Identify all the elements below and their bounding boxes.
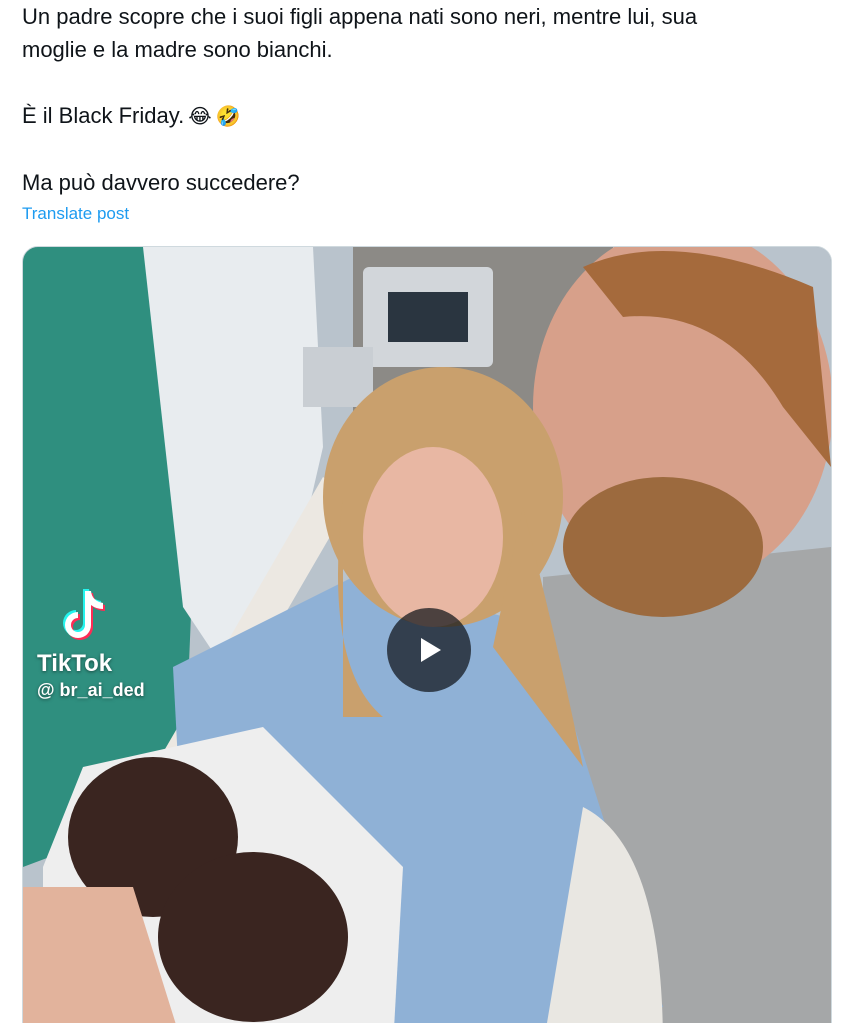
tears-of-joy-emoji-icon: 😂: [188, 104, 212, 128]
tiktok-handle-label: @ br_ai_ded: [37, 680, 145, 700]
tiktok-logo-icon: [63, 589, 105, 640]
tweet-text: Un padre scopre che i suoi figli appena …: [22, 0, 822, 199]
tiktok-watermark: TikTok @ br_ai_ded: [37, 587, 145, 701]
tweet-line-1: Un padre scopre che i suoi figli appena …: [22, 4, 698, 29]
tweet-line-3: È il Black Friday. 😂 🤣: [22, 99, 822, 133]
tiktok-brand-label: TikTok: [37, 650, 113, 677]
play-icon: [421, 638, 441, 662]
rolling-laughing-emoji-icon: 🤣: [215, 104, 241, 128]
tweet-line-3-text: È il Black Friday.: [22, 103, 185, 128]
translate-post-link[interactable]: Translate post: [22, 204, 129, 224]
tweet-line-4: Ma può davvero succedere?: [22, 170, 300, 195]
play-button[interactable]: [387, 608, 471, 692]
video-player[interactable]: TikTok @ br_ai_ded: [22, 246, 832, 1023]
tweet-line-2: moglie e la madre sono bianchi.: [22, 37, 333, 62]
